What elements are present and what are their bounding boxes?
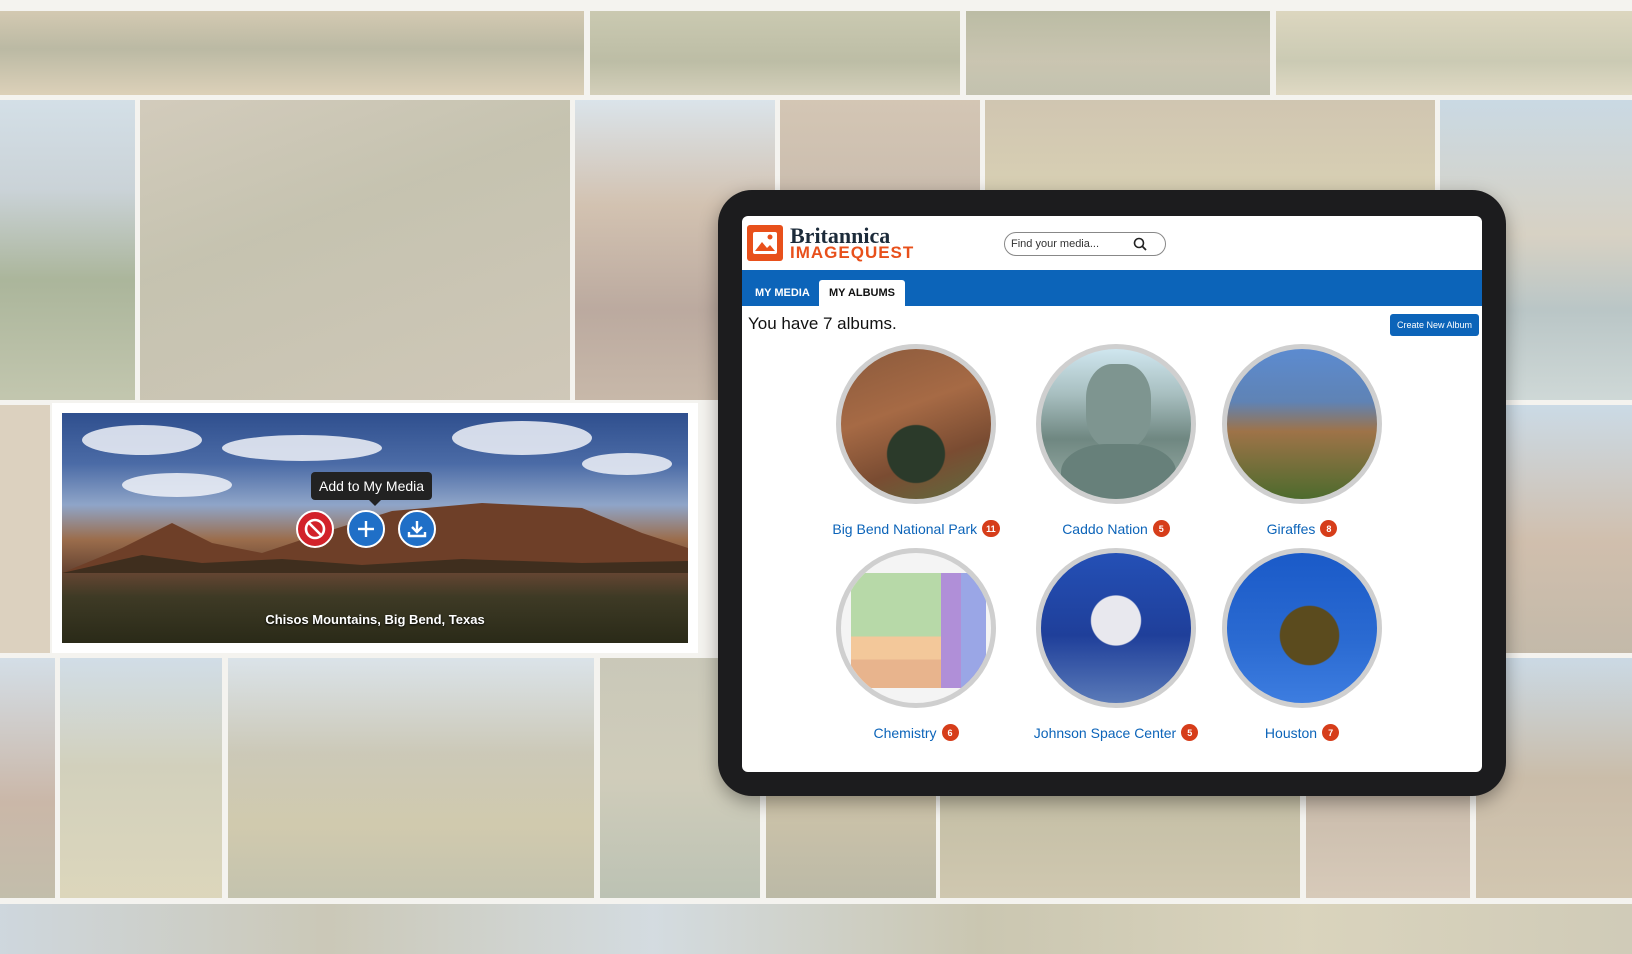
- tablet-screen: Britannica IMAGEQUEST MY MEDIA MY ALBUMS…: [742, 216, 1482, 772]
- album-thumbnail[interactable]: [836, 548, 996, 708]
- album-thumbnail[interactable]: [1036, 344, 1196, 504]
- search-input[interactable]: [1011, 238, 1133, 250]
- background-photo: [0, 658, 55, 898]
- add-to-media-button[interactable]: [347, 510, 385, 548]
- search-icon[interactable]: [1133, 237, 1147, 251]
- album-card[interactable]: Giraffes 8: [1212, 344, 1392, 537]
- download-icon: [407, 521, 427, 538]
- album-name[interactable]: Houston: [1265, 725, 1317, 741]
- album-card[interactable]: Houston 7: [1212, 548, 1392, 741]
- tab-my-albums[interactable]: MY ALBUMS: [819, 280, 905, 306]
- tab-my-media[interactable]: MY MEDIA: [745, 280, 820, 306]
- album-card[interactable]: Chemistry 6: [826, 548, 1006, 741]
- background-photo: [966, 11, 1270, 95]
- background-photo: [228, 658, 594, 898]
- background-photo: [590, 11, 960, 95]
- photo-caption: Chisos Mountains, Big Bend, Texas: [265, 612, 485, 627]
- album-name[interactable]: Big Bend National Park: [832, 521, 977, 537]
- album-thumbnail[interactable]: [836, 344, 996, 504]
- block-button[interactable]: [296, 510, 334, 548]
- album-name[interactable]: Caddo Nation: [1062, 521, 1148, 537]
- album-count-badge: 7: [1322, 724, 1340, 741]
- album-count-badge: 8: [1320, 520, 1338, 537]
- search-box: [1004, 232, 1166, 256]
- featured-photo-card: Add to My Media Chisos Mountains, Big Be…: [52, 403, 698, 653]
- promo-stage: Add to My Media Chisos Mountains, Big Be…: [0, 0, 1632, 954]
- album-thumbnail[interactable]: [1222, 548, 1382, 708]
- background-photo: [0, 11, 584, 95]
- album-card[interactable]: Caddo Nation 5: [1026, 344, 1206, 537]
- featured-photo[interactable]: Add to My Media Chisos Mountains, Big Be…: [62, 413, 688, 643]
- background-photo: [140, 100, 570, 400]
- download-button[interactable]: [398, 510, 436, 548]
- add-tooltip: Add to My Media: [311, 472, 433, 506]
- block-icon: [304, 518, 326, 540]
- britannica-logo-icon[interactable]: [747, 225, 783, 261]
- album-count-text: You have 7 albums.: [748, 314, 897, 333]
- tablet-frame: Britannica IMAGEQUEST MY MEDIA MY ALBUMS…: [718, 190, 1506, 796]
- background-photo: [0, 904, 1632, 954]
- plus-icon: [358, 521, 374, 537]
- background-photo: [1276, 11, 1632, 95]
- background-photo: [0, 100, 135, 400]
- background-photo: [60, 658, 222, 898]
- album-count-badge: 11: [982, 520, 1000, 537]
- album-count-badge: 5: [1181, 724, 1199, 741]
- album-card[interactable]: Johnson Space Center 5: [1026, 548, 1206, 741]
- album-card[interactable]: Big Bend National Park 11: [826, 344, 1006, 537]
- album-name[interactable]: Chemistry: [873, 725, 936, 741]
- album-name[interactable]: Johnson Space Center: [1034, 725, 1176, 741]
- album-name[interactable]: Giraffes: [1267, 521, 1316, 537]
- create-album-button[interactable]: Create New Album: [1389, 314, 1479, 336]
- album-thumbnail[interactable]: [1222, 344, 1382, 504]
- album-thumbnail[interactable]: [1036, 548, 1196, 708]
- background-photo: [0, 405, 50, 653]
- tab-bar: MY MEDIA MY ALBUMS: [742, 270, 1482, 306]
- app-header: Britannica IMAGEQUEST: [742, 216, 1482, 270]
- album-count-badge: 5: [1152, 520, 1170, 537]
- album-count-badge: 6: [941, 724, 959, 741]
- brand-product: IMAGEQUEST: [790, 243, 915, 262]
